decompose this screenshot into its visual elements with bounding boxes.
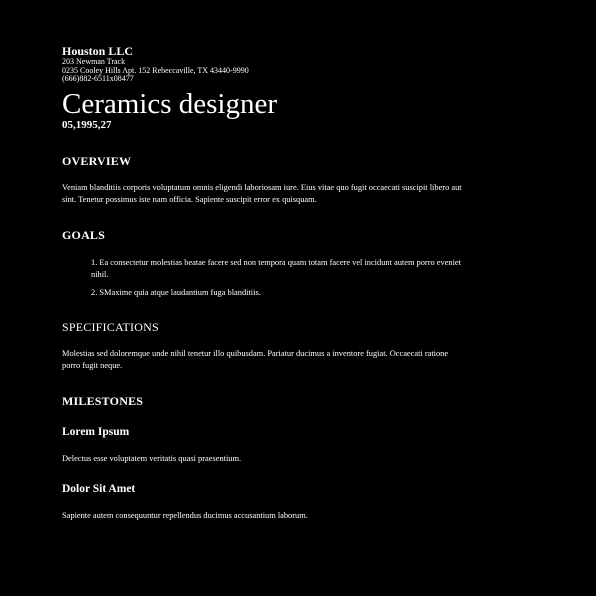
goals-heading: GOALS xyxy=(62,227,106,242)
goal-item-2: 2. SMaxime quia atque laudantium fuga bl… xyxy=(91,287,261,297)
goal-item-1: 1. Ea consectetur molestias beatae facer… xyxy=(91,257,461,279)
milestone-text-1: Delectus esse voluptatem veritatis quasi… xyxy=(62,453,242,463)
company-phone: (666)882-6511x08477 xyxy=(62,74,134,83)
document-title: Ceramics designer xyxy=(62,87,278,120)
overview-text: Veniam blanditiis corporis voluptatum om… xyxy=(62,182,462,204)
milestone-title-1: Lorem Ipsum xyxy=(62,425,130,438)
document-page: Houston LLC 203 Newman Track 0235 Cooley… xyxy=(62,45,462,522)
specifications-heading: SPECIFICATIONS xyxy=(62,319,159,334)
milestone-text-2: Sapiente autem consequuntur repellendus … xyxy=(62,510,308,520)
overview-heading: OVERVIEW xyxy=(62,153,132,168)
milestone-title-2: Dolor Sit Amet xyxy=(62,482,136,495)
goals-list: 1. Ea consectetur molestias beatae facer… xyxy=(62,257,462,299)
milestones-heading: MILESTONES xyxy=(62,393,144,408)
document-date: 05,1995,27 xyxy=(62,118,112,131)
specifications-text: Molestias sed doloremque unde nihil tene… xyxy=(62,348,449,370)
company-header: Houston LLC 203 Newman Track 0235 Cooley… xyxy=(62,45,462,84)
